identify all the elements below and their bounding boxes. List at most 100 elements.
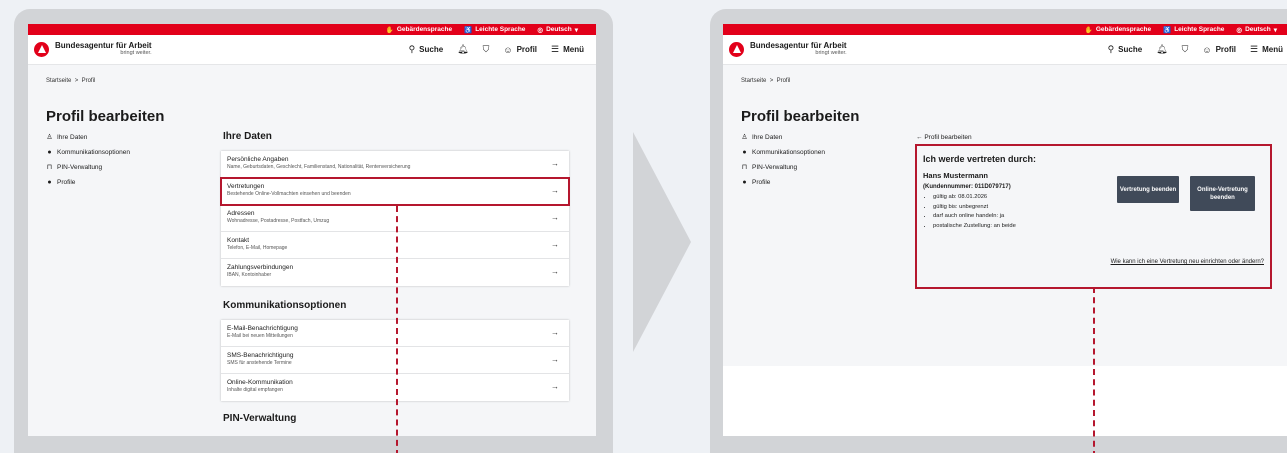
arrow-right-icon: → [551, 186, 559, 195]
breadcrumb-current: Profil [776, 78, 791, 84]
brand-title: Bundesagentur für Arbeit [750, 41, 847, 51]
easy-language-icon: ♿ [1163, 26, 1172, 34]
arrow-right-icon: → [551, 159, 559, 168]
globe-icon: ◎ [1236, 26, 1243, 34]
site-header: Bundesagentur für Arbeit bringt weiter. … [28, 35, 596, 65]
person-icon: ♙ [741, 134, 748, 141]
representation-panel: Ich werde vertreten durch: Hans Musterma… [915, 144, 1272, 289]
ihre-daten-card: Persönliche Angaben Name, Geburtsdaten, … [220, 151, 570, 286]
brand-slogan: bringt weiter. [815, 50, 847, 57]
kommunikation-card: E-Mail-Benachrichtigung E-Mail bei neuen… [221, 320, 569, 401]
profile-button[interactable]: ☺ Profil [1202, 45, 1236, 55]
list-item[interactable]: Online-Kommunikation Inhalte digital emp… [221, 374, 569, 401]
bell-icon: ● [47, 179, 52, 186]
sidenav-item-pin[interactable]: ⊓ PIN-Verwaltung [46, 160, 130, 175]
help-link[interactable]: Wie kann ich eine Vertretung neu einrich… [1111, 259, 1264, 265]
easy-language-link[interactable]: ♿ Leichte Sprache [1163, 26, 1224, 34]
menu-button[interactable]: ☰ Menü [1250, 44, 1283, 55]
search-button[interactable]: ⚲ Suche [1108, 44, 1143, 55]
arrow-right-icon: → [551, 355, 559, 364]
detail-postal: postalische Zustellung: an beide [933, 222, 1264, 232]
list-item[interactable]: Persönliche Angaben Name, Geburtsdaten, … [221, 151, 569, 178]
brand-slogan: bringt weiter. [120, 50, 152, 57]
bell-icon: ● [47, 149, 52, 156]
arrow-left-icon: ← [916, 134, 923, 141]
language-selector[interactable]: ◎ Deutsch ▾ [537, 26, 578, 34]
page-title: Profil bearbeiten [741, 108, 860, 125]
side-navigation: ♙ Ihre Daten ● Kommunikationsoptionen ⊓ PIN… [46, 130, 130, 190]
arrow-right-icon: → [551, 382, 559, 391]
end-representation-button[interactable]: Vertretung beenden [1117, 176, 1179, 203]
side-navigation: ♙ Ihre Daten ● Kommunikationsoptionen ⊓ PIN… [741, 130, 825, 190]
breadcrumb-home[interactable]: Startseite [741, 78, 766, 84]
arrow-right-icon: → [551, 213, 559, 222]
hand-icon: ✋ [1084, 26, 1093, 34]
arrow-right-icon: → [551, 328, 559, 337]
breadcrumb: Startseite > Profil [741, 78, 790, 84]
brand-logo[interactable]: Bundesagentur für Arbeit bringt weiter. [34, 42, 152, 57]
header-nav: ⚲ Suche 🔔︎ ⛉ ☺ Profil ☰ Menü [409, 44, 584, 55]
brand-title: Bundesagentur für Arbeit [55, 41, 152, 51]
section-title-pin: PIN-Verwaltung [223, 413, 297, 424]
list-item[interactable]: E-Mail-Benachrichtigung E-Mail bei neuen… [221, 320, 569, 347]
transition-arrow [633, 132, 691, 352]
logo-icon [729, 42, 744, 57]
breadcrumb-separator: > [769, 78, 774, 84]
arrow-right-icon: → [551, 240, 559, 249]
bell-icon[interactable]: 🔔︎ [457, 44, 468, 55]
site-header: Bundesagentur für Arbeit bringt weiter. … [723, 35, 1287, 65]
sidenav-item-kommunikation[interactable]: ● Kommunikationsoptionen [46, 145, 130, 160]
search-icon: ⚲ [408, 44, 416, 54]
shield-icon[interactable]: ⛉ [1182, 44, 1189, 55]
end-online-representation-button[interactable]: Online-Vertretung beenden [1190, 176, 1255, 211]
search-icon: ⚲ [1107, 44, 1115, 54]
sign-language-link[interactable]: ✋ Gebärdensprache [1085, 26, 1151, 34]
search-button[interactable]: ⚲ Suche [409, 44, 444, 55]
breadcrumb-home[interactable]: Startseite [46, 78, 71, 84]
sidenav-item-kommunikation[interactable]: ● Kommunikationsoptionen [741, 145, 825, 160]
right-screen: ✋ Gebärdensprache ♿ Leichte Sprache ◎ Deuts… [723, 24, 1287, 436]
globe-icon: ◎ [537, 26, 544, 34]
connector-line-left [396, 206, 398, 453]
header-nav: ⚲ Suche 🔔︎ ⛉ ☺ Profil ☰ Menü [1108, 44, 1283, 55]
list-item[interactable]: Adressen Wohnadresse, Postadresse, Postf… [221, 205, 569, 232]
sidenav-item-ihre-daten[interactable]: ♙ Ihre Daten [741, 130, 825, 145]
user-circle-icon: ☺ [503, 44, 513, 55]
brand-logo[interactable]: Bundesagentur für Arbeit bringt weiter. [729, 42, 847, 57]
menu-button[interactable]: ☰ Menü [551, 44, 584, 55]
lock-icon: ⊓ [46, 164, 53, 171]
sidenav-item-profile[interactable]: ● Profile [46, 175, 130, 190]
bell-icon: ● [742, 179, 747, 186]
shield-icon[interactable]: ⛉ [483, 44, 490, 55]
detail-online: darf auch online handeln: ja [933, 212, 1264, 222]
list-item[interactable]: Zahlungsverbindungen IBAN, Kontoinhaber … [221, 259, 569, 286]
back-link[interactable]: ← Profil bearbeiten [916, 134, 972, 141]
sidenav-item-profile[interactable]: ● Profile [741, 175, 825, 190]
sidenav-item-ihre-daten[interactable]: ♙ Ihre Daten [46, 130, 130, 145]
utility-bar: ✋ Gebärdensprache ♿ Leichte Sprache ◎ Deuts… [723, 24, 1287, 35]
person-icon: ♙ [46, 134, 53, 141]
section-title-kommunikation: Kommunikationsoptionen [223, 300, 347, 311]
page-title: Profil bearbeiten [46, 108, 165, 125]
arrow-right-icon: → [551, 267, 559, 276]
hamburger-icon: ☰ [1250, 44, 1259, 54]
connector-line-right [1093, 287, 1095, 453]
list-item[interactable]: Kontakt Telefon, E-Mail, Homepage → [221, 232, 569, 259]
logo-icon [34, 42, 49, 57]
representation-heading: Ich werde vertreten durch: [923, 154, 1037, 164]
language-selector[interactable]: ◎ Deutsch ▾ [1236, 26, 1277, 34]
easy-language-link[interactable]: ♿ Leichte Sprache [464, 26, 525, 34]
breadcrumb: Startseite > Profil [46, 78, 95, 84]
hand-icon: ✋ [385, 26, 394, 34]
bell-icon: ● [742, 149, 747, 156]
bell-icon[interactable]: 🔔︎ [1156, 44, 1167, 55]
section-title-ihre-daten: Ihre Daten [223, 131, 272, 142]
list-item[interactable]: SMS-Benachrichtigung SMS für anstehende … [221, 347, 569, 374]
sidenav-item-pin[interactable]: ⊓ PIN-Verwaltung [741, 160, 825, 175]
list-item-vertretungen[interactable]: Vertretungen Bestehende Online-Vollmacht… [220, 177, 570, 206]
lock-icon: ⊓ [741, 164, 748, 171]
left-screen: ✋ Gebärdensprache ♿ Leichte Sprache ◎ Deuts… [28, 24, 596, 436]
chevron-down-icon: ▾ [1273, 26, 1277, 34]
sign-language-link[interactable]: ✋ Gebärdensprache [386, 26, 452, 34]
profile-button[interactable]: ☺ Profil [503, 45, 537, 55]
